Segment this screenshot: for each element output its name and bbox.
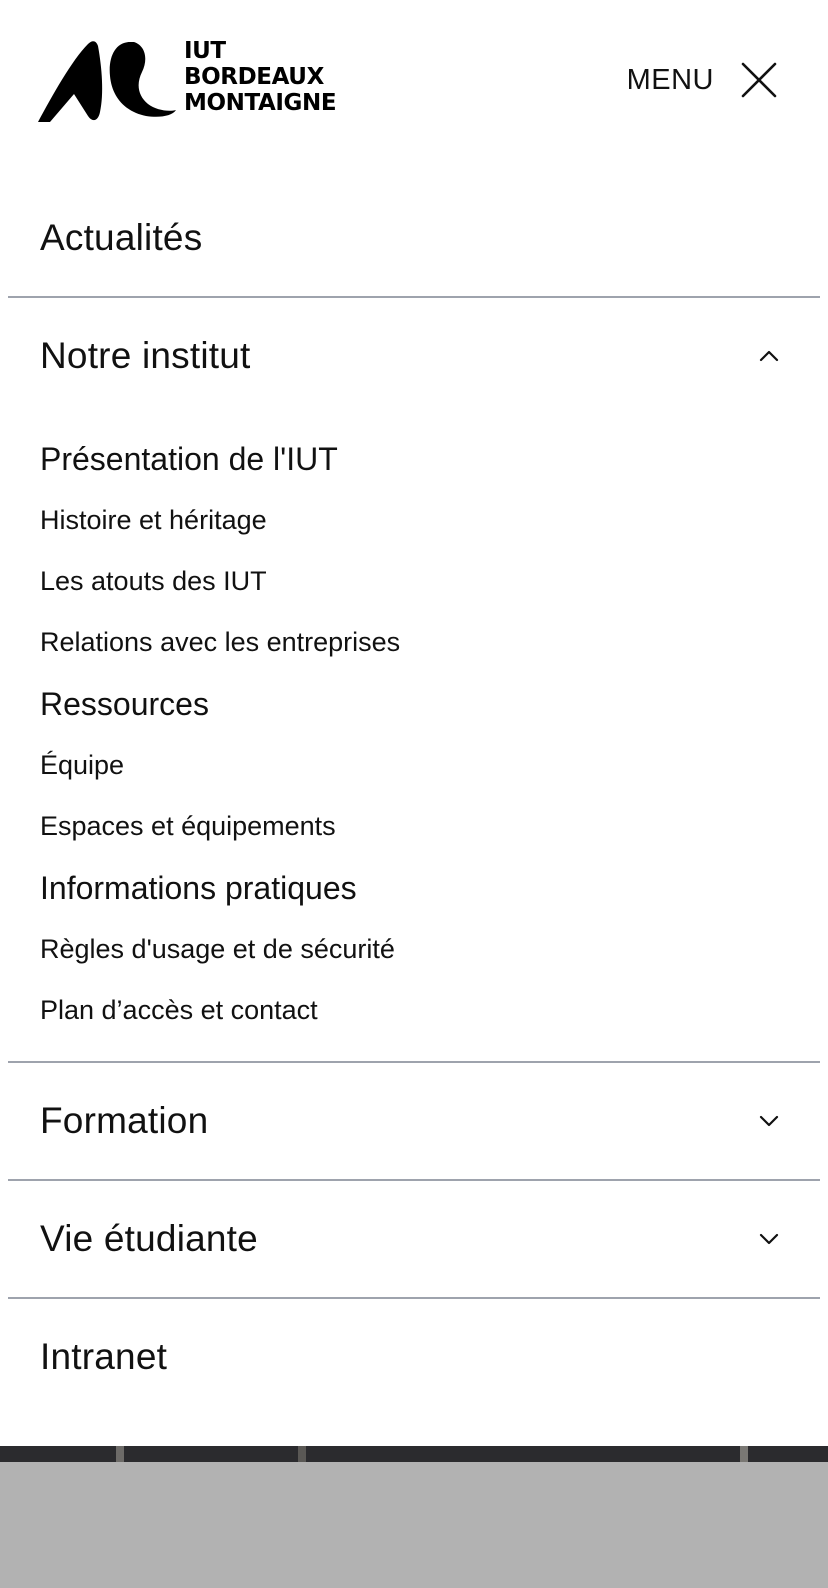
- site-header: IUT BORDEAUX MONTAIGNE MENU: [0, 0, 828, 170]
- logo-wordmark: IUT BORDEAUX MONTAIGNE: [184, 38, 337, 116]
- menu-close-button[interactable]: MENU: [627, 58, 778, 102]
- submenu-link[interactable]: Règles d'usage et de sécurité: [40, 919, 788, 980]
- nav-link-actualites[interactable]: Actualités: [8, 180, 820, 296]
- background-detail: [116, 1446, 124, 1462]
- nav-toggle-formation[interactable]: Formation: [8, 1063, 820, 1179]
- nav-item-notre-institut: Notre institut Présentation de l'IUT His…: [8, 298, 820, 1063]
- submenu-notre-institut: Présentation de l'IUT Histoire et hérita…: [8, 428, 820, 1061]
- logo-line-2: BORDEAUX: [184, 64, 324, 90]
- page-overlay: [0, 1462, 828, 1588]
- submenu-heading[interactable]: Informations pratiques: [40, 857, 788, 919]
- nav-item-formation: Formation: [8, 1063, 820, 1181]
- nav-link-intranet[interactable]: Intranet: [8, 1299, 820, 1415]
- submenu-link[interactable]: Histoire et héritage: [40, 490, 788, 551]
- submenu-link[interactable]: Les atouts des IUT: [40, 551, 788, 612]
- submenu-heading[interactable]: Présentation de l'IUT: [40, 428, 788, 490]
- submenu-group: Ressources Équipe Espaces et équipements: [40, 673, 788, 857]
- chevron-down-icon[interactable]: [758, 1232, 780, 1246]
- site-logo[interactable]: IUT BORDEAUX MONTAIGNE: [38, 36, 358, 126]
- background-detail: [740, 1446, 748, 1462]
- nav-label: Formation: [40, 1100, 209, 1141]
- main-navigation: Actualités Notre institut Présentation d…: [0, 180, 828, 1415]
- nav-toggle-vie-etudiante[interactable]: Vie étudiante: [8, 1181, 820, 1297]
- menu-label: MENU: [626, 63, 714, 96]
- nav-label: Actualités: [40, 217, 203, 258]
- nav-item-intranet: Intranet: [8, 1299, 820, 1415]
- background-detail: [298, 1446, 306, 1462]
- logo-mark-icon: [38, 41, 176, 122]
- logo-line-1: IUT: [184, 38, 226, 64]
- submenu-link[interactable]: Espaces et équipements: [40, 796, 788, 857]
- submenu-group: Informations pratiques Règles d'usage et…: [40, 857, 788, 1041]
- submenu-group: Présentation de l'IUT Histoire et hérita…: [40, 428, 788, 673]
- chevron-down-icon[interactable]: [758, 1114, 780, 1128]
- nav-label: Intranet: [40, 1336, 168, 1377]
- submenu-link[interactable]: Plan d’accès et contact: [40, 980, 788, 1041]
- nav-toggle-notre-institut[interactable]: Notre institut: [8, 298, 820, 414]
- submenu-link[interactable]: Relations avec les entreprises: [40, 612, 788, 673]
- submenu-link[interactable]: Équipe: [40, 735, 788, 796]
- logo-line-3: MONTAIGNE: [184, 90, 337, 116]
- nav-item-actualites: Actualités: [8, 180, 820, 298]
- nav-label: Notre institut: [40, 335, 251, 376]
- background-image-strip: [0, 1446, 828, 1462]
- page: IUT BORDEAUX MONTAIGNE MENU Actualités N…: [0, 0, 828, 1588]
- nav-item-vie-etudiante: Vie étudiante: [8, 1181, 820, 1299]
- nav-label: Vie étudiante: [40, 1218, 258, 1259]
- close-icon[interactable]: [740, 61, 778, 99]
- chevron-up-icon[interactable]: [758, 349, 780, 363]
- submenu-heading[interactable]: Ressources: [40, 673, 788, 735]
